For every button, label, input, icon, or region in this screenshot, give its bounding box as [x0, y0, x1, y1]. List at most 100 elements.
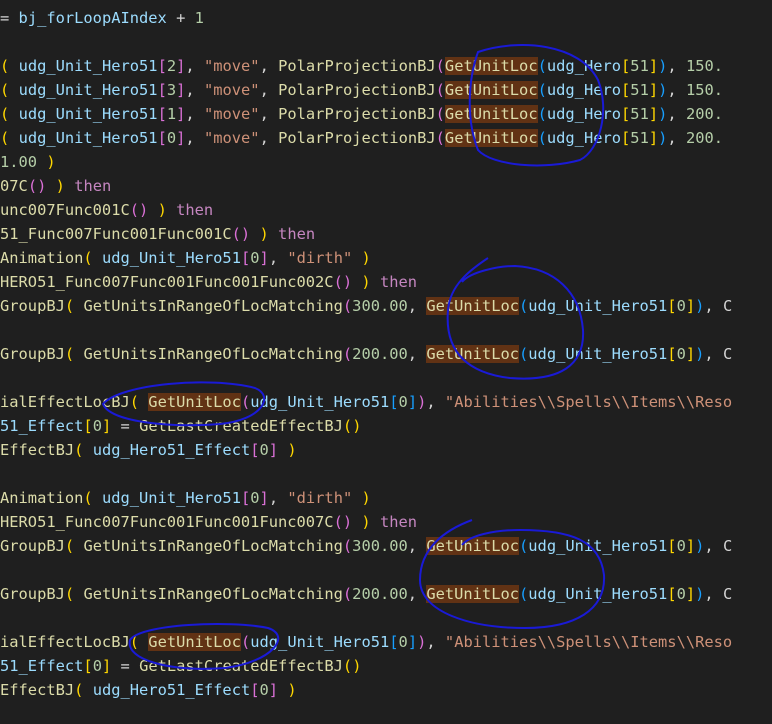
code-token: 300.00 [352, 297, 408, 315]
code-token: , [259, 129, 279, 147]
code-token: = [0, 9, 19, 27]
code-line[interactable]: Animation( udg_Unit_Hero51[0], "dirth" ) [0, 246, 371, 270]
code-line[interactable]: 51_Func007Func001Func001C() ) then [0, 222, 315, 246]
code-token: ) [287, 681, 297, 699]
code-token: ) [361, 273, 371, 291]
code-token: 0 [250, 249, 260, 267]
code-token: , [667, 129, 686, 147]
code-token: 0 [259, 441, 269, 459]
code-token: [ [667, 345, 677, 363]
code-line[interactable]: 51_Effect[0] = GetLastCreatedEffectBJ() [0, 654, 361, 678]
code-token: GroupBJ [0, 297, 65, 315]
code-token: ( [129, 633, 140, 651]
code-line[interactable]: ialEffectLocBJ( GetUnitLoc(udg_Unit_Hero… [0, 390, 732, 414]
code-token: HERO51_Func007Func001Func001Func002C [0, 273, 334, 291]
code-token: , [268, 249, 288, 267]
code-line[interactable]: EffectBJ( udg_Hero51_Effect[0] ) [0, 678, 297, 702]
code-token: [ [621, 81, 631, 99]
code-token: bj_forLoopAIndex [18, 9, 167, 27]
highlighted-token: GetUnitLoc [426, 585, 519, 603]
code-token: udg_Hero51_Effect [92, 441, 251, 459]
code-token: , [268, 489, 288, 507]
code-token: ( [83, 249, 93, 267]
code-token: ( [64, 345, 75, 363]
code-token: udg_Unit_Hero51 [101, 249, 241, 267]
code-token: () [129, 201, 149, 219]
code-line[interactable]: ( udg_Unit_Hero51[0], "move", PolarProje… [0, 126, 723, 150]
code-token: 51 [630, 57, 649, 75]
code-line[interactable]: GroupBJ( GetUnitsInRangeOfLocMatching(30… [0, 534, 732, 558]
code-token: , [667, 105, 686, 123]
code-line[interactable]: ( udg_Unit_Hero51[1], "move", PolarProje… [0, 102, 723, 126]
code-line[interactable]: 07C() ) then [0, 174, 111, 198]
code-token: 200. [685, 105, 724, 123]
code-line[interactable]: ( udg_Unit_Hero51[3], "move", PolarProje… [0, 78, 723, 102]
code-line[interactable]: EffectBJ( udg_Hero51_Effect[0] ) [0, 438, 297, 462]
code-token: "move" [203, 57, 260, 75]
code-token: [ [621, 57, 631, 75]
code-token: ] [176, 129, 186, 147]
code-token: GetUnitsInRangeOfLocMatching [83, 345, 343, 363]
code-token: ( [83, 489, 93, 507]
code-token: ) [658, 105, 668, 123]
code-line[interactable]: unc007Func001C() ) then [0, 198, 213, 222]
code-token: ] [648, 129, 659, 147]
code-token: udg_Unit_Hero51 [18, 57, 158, 75]
code-token: [ [83, 657, 93, 675]
code-token: udg_Unit_Hero51 [18, 105, 158, 123]
code-editor[interactable]: = bj_forLoopAIndex + 1( udg_Unit_Hero51[… [0, 0, 772, 724]
code-token: PolarProjectionBJ [278, 129, 436, 147]
code-token: ) [695, 297, 705, 315]
code-token: 0 [398, 633, 408, 651]
code-token: () [342, 417, 362, 435]
code-line[interactable]: Animation( udg_Unit_Hero51[0], "dirth" ) [0, 486, 371, 510]
code-token: ( [537, 81, 547, 99]
code-token: "Abilities\\Spells\\Items\\Reso [444, 393, 733, 411]
code-token: ] [268, 441, 279, 459]
code-line[interactable]: 51_Effect[0] = GetLastCreatedEffectBJ() [0, 414, 361, 438]
code-token: [ [157, 57, 167, 75]
highlighted-token: GetUnitLoc [444, 105, 538, 123]
code-token: GroupBJ [0, 585, 65, 603]
code-token: () [342, 657, 362, 675]
code-token: , [426, 393, 445, 411]
code-token: ialEffectLocBJ [0, 393, 130, 411]
code-token: ( [64, 537, 75, 555]
code-token: 0 [259, 681, 269, 699]
code-token: 0 [676, 297, 686, 315]
code-token: 51 [630, 105, 649, 123]
code-token: GroupBJ [0, 537, 65, 555]
code-line[interactable]: = bj_forLoopAIndex + 1 [0, 6, 204, 30]
code-token: ( [435, 57, 445, 75]
code-token: [ [621, 129, 631, 147]
code-line[interactable]: GroupBJ( GetUnitsInRangeOfLocMatching(20… [0, 582, 732, 606]
code-token: , [667, 81, 686, 99]
code-token: ] [648, 57, 659, 75]
code-token: 200. [685, 129, 724, 147]
code-line[interactable]: GroupBJ( GetUnitsInRangeOfLocMatching(20… [0, 342, 732, 366]
code-token: 150. [685, 81, 724, 99]
code-token: 0 [398, 393, 408, 411]
code-token: [ [667, 585, 677, 603]
code-token: ( [342, 537, 353, 555]
code-token: , [259, 81, 279, 99]
code-line[interactable]: ialEffectLocBJ( GetUnitLoc(udg_Unit_Hero… [0, 630, 732, 654]
code-line[interactable]: GroupBJ( GetUnitsInRangeOfLocMatching(30… [0, 294, 732, 318]
code-token: 51 [630, 129, 649, 147]
code-line[interactable]: 1.00 ) [0, 150, 56, 174]
code-line[interactable]: ( udg_Unit_Hero51[2], "move", PolarProje… [0, 54, 723, 78]
code-token: , C [704, 345, 733, 363]
code-line[interactable]: HERO51_Func007Func001Func001Func002C() )… [0, 270, 417, 294]
code-token: ) [361, 249, 371, 267]
code-token: ) [658, 129, 668, 147]
code-token: unc007Func001C [0, 201, 130, 219]
code-token: ( [0, 105, 10, 123]
highlighted-token: GetUnitLoc [444, 81, 538, 99]
code-line[interactable]: HERO51_Func007Func001Func001Func007C() )… [0, 510, 417, 534]
code-token: ) [55, 177, 65, 195]
